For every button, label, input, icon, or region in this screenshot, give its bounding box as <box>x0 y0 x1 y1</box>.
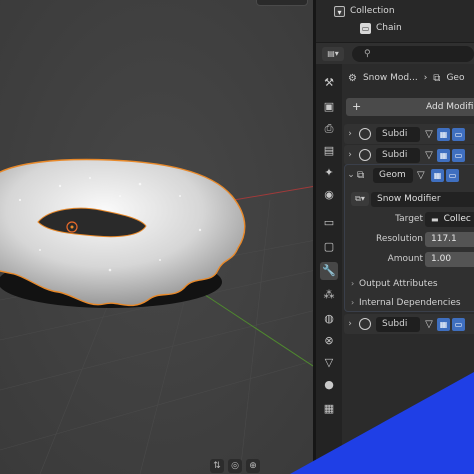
modifier-subdivision-2[interactable]: › Subdi ▽ ▦ ▭ <box>344 145 474 165</box>
edit-mode-icon[interactable]: ▽ <box>423 319 435 330</box>
edit-mode-icon[interactable]: ▽ <box>423 129 435 140</box>
plus-icon: + <box>352 100 362 113</box>
blender-window: ⇅ ◎ ⊕ ▾ Collection ▭ Chain ▤▾ ⚲ ⚒ ▣ ⎙ ▤ ✦ ◉ ▭ ▢… <box>0 0 474 474</box>
properties-header: ▤▾ ⚲ <box>316 42 474 64</box>
scene-icon[interactable]: ✦ <box>320 164 338 182</box>
chevron-right-icon[interactable]: › <box>344 129 356 139</box>
viewport-display-icon[interactable]: ▭ <box>452 317 465 331</box>
resolution-label: Resolution <box>375 234 423 244</box>
add-modifier-label: Add Modifie <box>426 102 474 112</box>
target-field[interactable]: ▬ Collec <box>425 212 474 227</box>
add-modifier-button[interactable]: + Add Modifie <box>346 98 474 116</box>
geometry-nodes-modifier: ⌄ ⧉ Geom ▽ ▦ ▭ ⧉▾ Snow Modifier Target ▬… <box>344 164 474 312</box>
breadcrumb-modifier: Geo <box>446 73 465 83</box>
viewport-scene <box>0 0 316 474</box>
geometry-nodes-icon: ⧉ <box>357 169 365 181</box>
cage-icon[interactable]: ▦ <box>437 317 450 331</box>
cage-icon[interactable]: ▦ <box>437 127 450 141</box>
particles-icon[interactable]: ⁂ <box>320 286 338 304</box>
data-icon[interactable]: ▽ <box>320 354 338 372</box>
modifier-icon[interactable]: 🔧 <box>320 262 338 280</box>
viewport-header-button[interactable] <box>256 0 308 6</box>
modifier-name-field[interactable]: Geom <box>373 167 413 183</box>
modifier-name-field[interactable]: Subdi <box>376 316 420 332</box>
amount-label: Amount <box>387 254 423 264</box>
chevron-down-icon[interactable]: ⌄ <box>345 170 357 180</box>
cage-icon[interactable]: ▦ <box>437 148 450 162</box>
node-group-name[interactable]: Snow Modifier <box>371 191 474 207</box>
view-layer-icon[interactable]: ▤ <box>320 142 338 160</box>
render-icon[interactable]: ▣ <box>320 98 338 116</box>
subdivision-icon <box>359 128 371 140</box>
geometry-nodes-icon: ⧉ <box>433 72 441 84</box>
pivot-icon[interactable]: ⊕ <box>246 459 260 473</box>
viewport-display-icon[interactable]: ▭ <box>452 148 465 162</box>
target-value: Collec <box>443 214 471 224</box>
modifier-subdivision-3[interactable]: › Subdi ▽ ▦ ▭ <box>344 314 474 334</box>
world-icon[interactable]: ◉ <box>320 186 338 204</box>
target-row: Target ▬ Collec <box>345 211 474 229</box>
properties-panel: ⚙ Snow Mod... › ⧉ Geo + Add Modifie › Su… <box>342 64 474 474</box>
properties-editor-icon[interactable]: ▤▾ <box>322 47 344 61</box>
chevron-right-icon: › <box>351 298 355 307</box>
material-icon[interactable]: ● <box>320 376 338 394</box>
outliner-item-collection[interactable]: ▾ Collection <box>316 3 474 19</box>
output-attributes-panel[interactable]: › Output Attributes <box>345 275 474 293</box>
collection-icon: ▾ <box>334 5 345 17</box>
output-attributes-label: Output Attributes <box>359 279 438 289</box>
properties-tabs: ⚒ ▣ ⎙ ▤ ✦ ◉ ▭ ▢ 🔧 ⁂ ◍ ⊗ ▽ ● ▦ <box>316 64 342 474</box>
chevron-right-icon[interactable]: › <box>344 150 356 160</box>
search-input[interactable]: ⚲ <box>352 46 474 62</box>
edit-mode-icon[interactable]: ▽ <box>423 150 435 161</box>
target-label: Target <box>395 214 423 224</box>
subdivision-icon <box>359 149 371 161</box>
collection-field-icon: ▬ <box>431 215 439 224</box>
proportional-icon[interactable]: ◎ <box>228 459 242 473</box>
amount-field[interactable]: 1.00 <box>425 252 474 267</box>
resolution-row: Resolution 117.1 <box>345 231 474 249</box>
modifier-name-field[interactable]: Subdi <box>376 147 420 163</box>
subdivision-icon <box>359 318 371 330</box>
breadcrumb-object: Snow Mod... <box>362 73 418 83</box>
object-icon: ▭ <box>360 22 371 34</box>
constraints-icon[interactable]: ⊗ <box>320 332 338 350</box>
internal-dependencies-label: Internal Dependencies <box>359 298 461 308</box>
wrench-icon: ⚙ <box>348 72 357 84</box>
modifier-subdivision-1[interactable]: › Subdi ▽ ▦ ▭ <box>344 124 474 144</box>
outliner-item-label: Chain <box>376 23 402 33</box>
outliner-item-chain[interactable]: ▭ Chain <box>316 20 474 36</box>
node-tree-icon[interactable]: ⧉▾ <box>351 192 369 206</box>
snap-icon[interactable]: ⇅ <box>210 459 224 473</box>
physics-icon[interactable]: ◍ <box>320 310 338 328</box>
outliner: ▾ Collection ▭ Chain <box>316 0 474 42</box>
collection-tab-icon[interactable]: ▭ <box>320 214 338 232</box>
output-icon[interactable]: ⎙ <box>320 120 338 138</box>
internal-dependencies-panel[interactable]: › Internal Dependencies <box>345 294 474 312</box>
modifier-name-field[interactable]: Subdi <box>376 126 420 142</box>
node-group-selector[interactable]: ⧉▾ Snow Modifier <box>351 191 474 207</box>
breadcrumb: ⚙ Snow Mod... › ⧉ Geo <box>342 70 474 86</box>
viewport-footer: ⇅ ◎ ⊕ <box>210 458 260 474</box>
texture-icon[interactable]: ▦ <box>320 400 338 418</box>
chevron-right-icon[interactable]: › <box>344 319 356 329</box>
object-tab-icon[interactable]: ▢ <box>320 238 338 256</box>
viewport-display-icon[interactable]: ▭ <box>452 127 465 141</box>
resolution-field[interactable]: 117.1 <box>425 232 474 247</box>
tool-icon[interactable]: ⚒ <box>320 74 338 92</box>
edit-mode-icon[interactable]: ▽ <box>417 170 429 181</box>
amount-row: Amount 1.00 <box>345 251 474 269</box>
cage-icon[interactable]: ▦ <box>431 168 444 182</box>
geometry-nodes-header[interactable]: ⌄ ⧉ Geom ▽ ▦ ▭ <box>345 165 474 185</box>
search-icon: ⚲ <box>364 49 371 59</box>
viewport-display-icon[interactable]: ▭ <box>446 168 459 182</box>
outliner-item-label: Collection <box>350 6 395 16</box>
3d-viewport[interactable]: ⇅ ◎ ⊕ <box>0 0 316 474</box>
chevron-right-icon: › <box>351 279 355 288</box>
breadcrumb-separator: › <box>423 73 428 83</box>
